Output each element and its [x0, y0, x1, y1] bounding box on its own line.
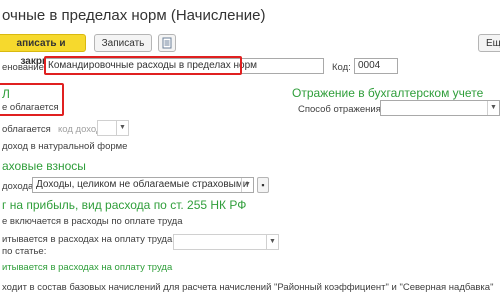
article-field[interactable]: ▼	[173, 234, 279, 250]
more-button[interactable]: Ещ	[478, 34, 500, 52]
accounting-method-label: Способ отражения:	[298, 104, 384, 115]
ndfl-taxed-option[interactable]: облагается	[2, 124, 51, 135]
ndfl-status: е облагается	[2, 102, 59, 113]
chevron-down-icon: ▼	[116, 121, 128, 135]
ndfl-header: Л	[2, 87, 10, 101]
article-label: по статье:	[2, 246, 47, 257]
income-code-field[interactable]: ▼	[97, 120, 129, 136]
code-field[interactable]: 0004	[354, 58, 398, 74]
code-label: Код:	[332, 62, 351, 73]
chevron-down-icon: ▼	[487, 101, 499, 115]
save-button[interactable]: Записать	[94, 34, 152, 52]
name-label: енование:	[2, 62, 47, 73]
more-icon: ▪	[261, 180, 265, 190]
highlight-name	[44, 56, 242, 75]
insurance-income-field[interactable]: Доходы, целиком не облагаемые страховыми…	[32, 177, 254, 193]
accounting-method-field[interactable]: ▼	[380, 100, 500, 116]
open-icon-button[interactable]: ▪	[257, 177, 269, 193]
insurance-income-value: Доходы, целиком не облагаемые страховыми…	[36, 179, 249, 190]
page-title: очные в пределах норм (Начисление)	[2, 7, 266, 24]
report-button[interactable]	[158, 34, 176, 52]
natural-form-checkbox-label[interactable]: доход в натуральной форме	[2, 141, 127, 152]
profit-tax-not-included-option[interactable]: е включается в расходы по оплате труда	[2, 216, 182, 227]
save-and-close-button[interactable]: аписать и закрыть	[0, 34, 86, 67]
insurance-header: аховые взносы	[2, 159, 86, 173]
chevron-down-icon: ▼	[241, 178, 253, 192]
profit-tax-header: г на прибыль, вид расхода по ст. 255 НК …	[2, 198, 247, 212]
chevron-down-icon: ▼	[266, 235, 278, 249]
profit-tax-counted-label: итывается в расходах на оплату труда	[2, 262, 173, 273]
insurance-income-label: дохода:	[2, 181, 36, 192]
profit-tax-counted-option[interactable]: итывается в расходах на оплату труда	[2, 234, 172, 245]
base-accruals-checkbox-label[interactable]: ходит в состав базовых начислений для ра…	[2, 282, 493, 293]
code-value: 0004	[358, 60, 381, 71]
accounting-header: Отражение в бухгалтерском учете	[292, 86, 484, 100]
document-list-icon	[162, 37, 172, 49]
